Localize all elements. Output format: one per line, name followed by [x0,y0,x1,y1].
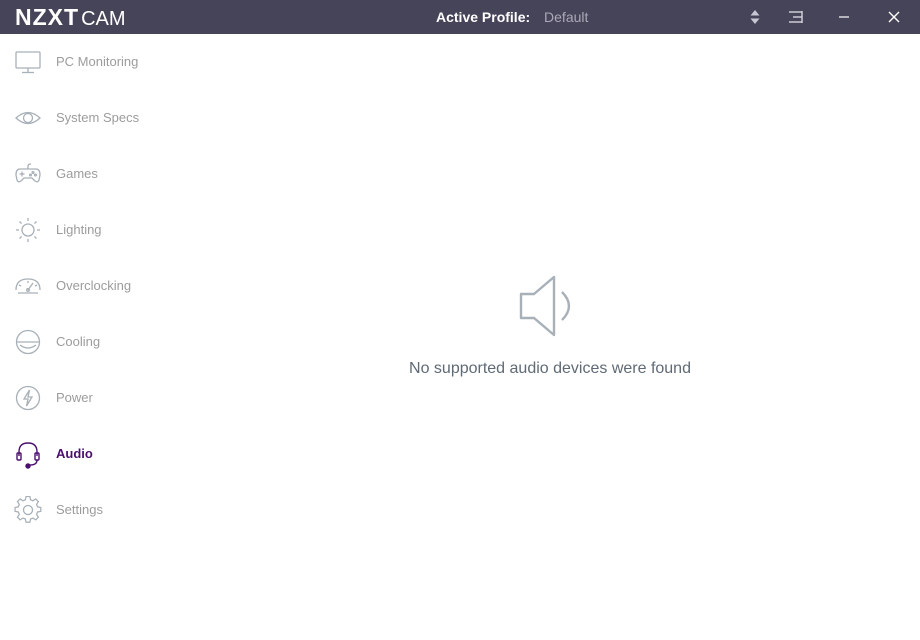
minimize-button[interactable] [827,0,861,34]
gamepad-icon [14,160,42,188]
brand-nzxt: NZXT [15,4,80,30]
empty-state-message: No supported audio devices were found [409,360,691,377]
sidebar-item-label: Cooling [56,334,101,349]
active-profile[interactable]: Active Profile: Default [436,9,588,26]
minimize-icon [839,16,849,18]
sidebar-item-power[interactable]: Power [0,370,200,426]
eye-icon [14,104,42,132]
close-icon [888,11,900,23]
sidebar: PC Monitoring System Specs Games Lightin… [0,34,200,640]
menu-icon [789,11,803,23]
sidebar-item-system-specs[interactable]: System Specs [0,90,200,146]
sun-icon [14,216,42,244]
sidebar-item-settings[interactable]: Settings [0,482,200,538]
active-profile-label: Active Profile: [436,9,531,25]
main-content: No supported audio devices were found [200,34,920,640]
monitor-icon [14,48,42,76]
gear-icon [14,496,42,524]
title-bar: NZXT CAM Active Profile: Default [0,0,920,34]
sidebar-item-games[interactable]: Games [0,146,200,202]
cooling-icon [14,328,42,356]
sidebar-item-lighting[interactable]: Lighting [0,202,200,258]
lightning-icon [14,384,42,412]
brand-cam: CAM [81,8,126,30]
headset-icon [14,440,42,469]
app-logo: NZXT CAM [15,4,126,30]
sidebar-item-cooling[interactable]: Cooling [0,314,200,370]
sidebar-item-label: System Specs [56,110,140,125]
sidebar-item-label: Games [56,166,98,181]
sidebar-item-audio[interactable]: Audio [0,426,200,482]
sidebar-item-label: Lighting [56,222,102,237]
speedometer-icon [14,272,42,300]
menu-button[interactable] [778,0,812,34]
sidebar-item-label: Power [56,390,93,405]
sidebar-item-pc-monitoring[interactable]: PC Monitoring [0,34,200,90]
speaker-icon [518,274,582,338]
sidebar-item-label: PC Monitoring [56,54,139,69]
close-button[interactable] [877,0,911,34]
active-profile-value[interactable]: Default [544,9,588,25]
sort-arrows-icon [750,10,760,24]
sidebar-item-label: Audio [56,446,93,461]
sidebar-item-overclocking[interactable]: Overclocking [0,258,200,314]
profile-switch-button[interactable] [738,0,772,34]
sidebar-item-label: Overclocking [56,278,132,293]
sidebar-item-label: Settings [56,502,103,517]
